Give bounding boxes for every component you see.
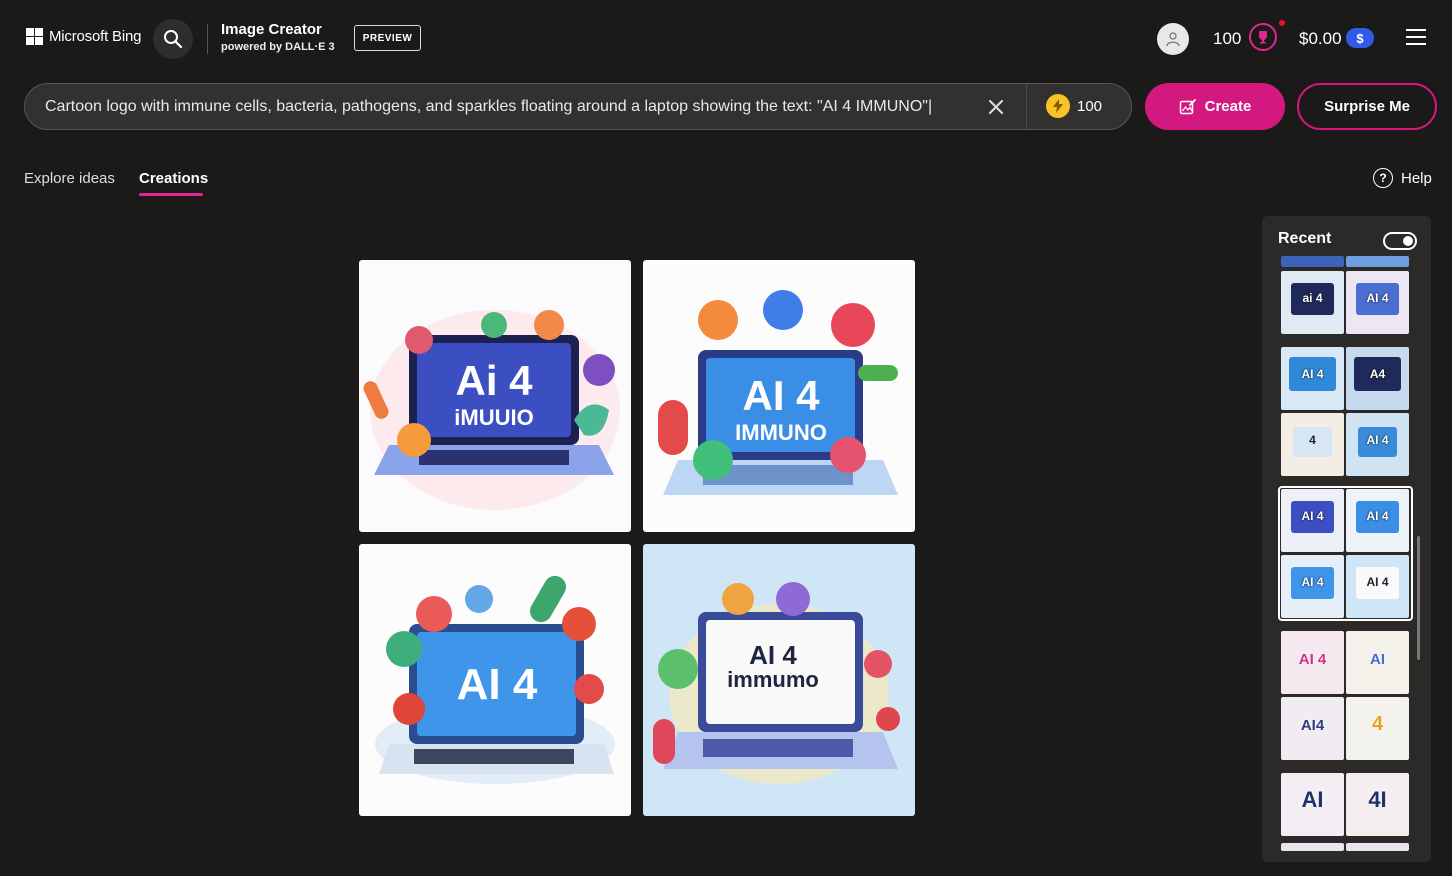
boost-count: 100 [1077,97,1103,115]
preview-badge[interactable]: PREVIEW [354,25,421,51]
help-icon: ? [1373,168,1393,188]
clear-prompt-button[interactable] [986,97,1006,117]
recent-thumb-selected[interactable]: AI 4 [1281,489,1344,552]
recent-thumb[interactable]: AI [1346,631,1409,694]
recent-thumb-partial[interactable] [1346,843,1409,851]
close-icon [989,100,1003,114]
create-button[interactable]: Create [1145,83,1285,130]
laptop-illustration-3: AI 4 [359,544,631,816]
prompt-divider [1026,84,1027,129]
create-icon [1179,98,1196,114]
boost-counter[interactable]: 100 [1046,94,1102,118]
bing-logo[interactable]: Microsoft Bing [26,28,141,45]
tab-explore-ideas[interactable]: Explore ideas [24,170,115,187]
header-divider [207,24,208,54]
recent-thumb-partial[interactable] [1346,256,1409,267]
recent-thumb[interactable]: AI 4 [1281,631,1344,694]
recent-thumb[interactable]: AI [1281,773,1344,836]
recent-thumb-partial[interactable] [1281,256,1344,267]
screen-text-line2: iMUUIO [454,405,533,430]
microsoft-logo-icon [26,28,43,45]
generated-image-4[interactable]: AI 4 immumo [643,544,915,816]
app-subtitle: powered by DALL·E 3 [221,41,335,53]
recent-thumb-selected[interactable]: AI 4 [1281,555,1344,618]
screen-text-line2: IMMUNO [735,420,827,445]
toggle-knob [1403,236,1413,246]
recent-toggle[interactable] [1383,232,1417,250]
brand-name: Microsoft Bing [49,28,142,45]
trophy-icon [1259,31,1267,44]
dollar-icon[interactable]: $ [1346,28,1374,48]
search-button[interactable] [153,19,193,59]
laptop-illustration-4: AI 4 immumo [643,544,915,816]
hamburger-line [1406,43,1426,45]
laptop-illustration-1: Ai 4 iMUUIO [359,260,631,532]
screen-text-line1: AI 4 [457,660,538,709]
laptop-illustration-2: AI 4 IMMUNO [643,260,915,532]
prompt-input[interactable]: Cartoon logo with immune cells, bacteria… [45,98,945,116]
balance[interactable]: $0.00 [1299,29,1342,49]
active-tab-indicator [139,193,203,196]
user-avatar[interactable] [1157,23,1189,55]
generated-image-3[interactable]: AI 4 [359,544,631,816]
help-link[interactable]: ? Help [1373,168,1432,188]
app-title-text: Image Creator [221,21,322,38]
recent-thumb-selected[interactable]: AI 4 [1346,489,1409,552]
hamburger-line [1406,36,1426,38]
user-icon [1166,32,1180,47]
recent-panel: Recent ai 4 AI 4 AI 4 A4 4 AI 4 AI 4 AI … [1262,216,1431,862]
generated-image-2[interactable]: AI 4 IMMUNO [643,260,915,532]
surprise-me-button[interactable]: Surprise Me [1297,83,1437,130]
generated-image-1[interactable]: Ai 4 iMUUIO [359,260,631,532]
search-icon [164,30,183,49]
recent-thumb-partial[interactable] [1281,843,1344,851]
recent-thumb[interactable]: 4 [1281,413,1344,476]
hamburger-line [1406,29,1426,31]
recent-thumb[interactable]: ai 4 [1281,271,1344,334]
app-title[interactable]: Image Creator powered by DALL·E 3 [221,21,335,53]
recent-thumb[interactable]: AI4 [1281,697,1344,760]
recent-thumb[interactable]: 4 [1346,697,1409,760]
recent-title: Recent [1278,230,1332,247]
help-label: Help [1401,169,1432,187]
screen-text-line1: AI 4 [742,372,820,419]
screen-text-line2: immumo [727,667,819,692]
recent-thumb[interactable]: AI 4 [1346,413,1409,476]
recent-thumb[interactable]: A4 [1346,347,1409,410]
recent-thumb[interactable]: AI 4 [1346,271,1409,334]
bolt-icon [1046,94,1070,118]
tab-creations[interactable]: Creations [139,170,208,187]
recent-thumb[interactable]: 4I [1346,773,1409,836]
recent-thumb[interactable]: AI 4 [1281,347,1344,410]
recent-scrollbar[interactable] [1417,536,1420,660]
rewards-points[interactable]: 100 [1213,29,1241,49]
create-label: Create [1204,98,1252,115]
rewards-button[interactable] [1249,23,1277,51]
notification-dot [1279,20,1285,26]
menu-button[interactable] [1406,29,1426,45]
screen-text-line1: AI 4 [749,640,797,670]
screen-text-line1: Ai 4 [455,357,533,404]
recent-thumb-selected[interactable]: AI 4 [1346,555,1409,618]
